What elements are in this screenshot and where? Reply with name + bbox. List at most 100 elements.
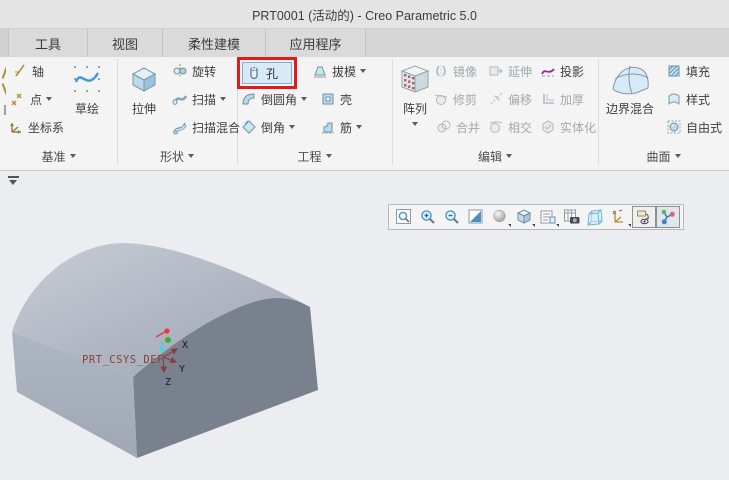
perspective-view-icon[interactable] <box>584 206 608 228</box>
rib-button[interactable]: 筋 <box>320 116 363 138</box>
style-icon <box>668 93 680 106</box>
datum-display-filters-icon[interactable] <box>608 206 632 228</box>
fill-button[interactable]: 填充 <box>666 60 710 82</box>
axis-z-label: Z <box>165 377 171 388</box>
style-button[interactable]: 样式 <box>666 88 710 110</box>
extrude-icon <box>131 67 157 92</box>
clipped-icons <box>0 65 6 135</box>
tab-flexible-modeling[interactable]: 柔性建模 <box>163 29 266 57</box>
tab-tools[interactable]: 工具 <box>9 29 88 57</box>
extrude-button[interactable]: 拉伸 <box>118 58 170 117</box>
mirror-button[interactable]: 镜像 <box>433 60 477 82</box>
fill-icon <box>668 65 680 77</box>
csys-button[interactable]: 坐标系 <box>8 116 64 138</box>
zoom-in-icon[interactable] <box>416 206 440 228</box>
tab-clipped[interactable] <box>0 29 9 57</box>
zoom-region-icon[interactable] <box>392 206 416 228</box>
project-button[interactable]: 投影 <box>540 60 584 82</box>
intersect-button[interactable]: 相交 <box>488 116 532 138</box>
chamfer-dropdown-caret[interactable] <box>289 125 296 129</box>
refit-icon[interactable] <box>464 206 488 228</box>
tab-applications[interactable]: 应用程序 <box>266 29 366 57</box>
swept-blend-button[interactable]: 扫描混合 <box>172 116 240 138</box>
csys-handle-z-dot[interactable] <box>159 346 165 352</box>
shell-icon <box>322 93 334 105</box>
pattern-dropdown-caret[interactable] <box>412 122 418 126</box>
trim-button[interactable]: 修剪 <box>433 88 477 110</box>
project-icon <box>541 68 555 77</box>
draft-dropdown-caret[interactable] <box>360 69 367 73</box>
group-label-shapes[interactable]: 形状 <box>117 147 237 165</box>
rib-icon <box>322 122 334 134</box>
mirror-icon <box>436 65 446 77</box>
axis-icon <box>15 64 25 77</box>
sweep-icon <box>172 95 188 105</box>
saved-views-icon[interactable] <box>536 206 560 228</box>
shell-button[interactable]: 壳 <box>320 88 352 110</box>
ribbon-tab-bar: 工具 视图 柔性建模 应用程序 <box>0 29 729 57</box>
zoom-out-icon[interactable] <box>440 206 464 228</box>
point-dropdown-caret[interactable] <box>46 97 53 101</box>
extend-button[interactable]: 延伸 <box>488 60 532 82</box>
group-label-surfaces[interactable]: 曲面 <box>598 147 729 165</box>
axis-x-label: X <box>182 340 188 351</box>
csys-handle-x-dot[interactable] <box>164 328 170 334</box>
extend-icon <box>489 66 503 76</box>
group-label-edit[interactable]: 编辑 <box>392 147 598 165</box>
draft-icon <box>314 66 326 78</box>
csys-handle-x[interactable] <box>155 331 166 338</box>
sweep-dropdown-caret[interactable] <box>220 97 227 101</box>
boundary-blend-icon <box>612 65 649 95</box>
rib-dropdown-caret[interactable] <box>356 125 363 129</box>
window-title: PRT0001 (活动的) - Creo Parametric 5.0 <box>252 8 477 23</box>
coordinate-system-icon <box>10 123 21 134</box>
graphics-toolbar <box>388 204 684 230</box>
axis-y-label: Y <box>179 364 185 375</box>
axis-button[interactable]: 轴 <box>12 60 44 82</box>
creo-window: PRT0001 (活动的) - Creo Parametric 5.0 工具 视… <box>0 0 729 480</box>
merge-icon <box>437 120 451 133</box>
sketch-icon <box>74 66 100 92</box>
swept-blend-icon <box>173 122 187 135</box>
chamfer-button[interactable]: 倒角 <box>241 116 296 138</box>
csys-axes <box>160 348 178 374</box>
merge-button[interactable]: 合并 <box>436 116 480 138</box>
title-bar: PRT0001 (活动的) - Creo Parametric 5.0 <box>0 0 729 29</box>
hole-highlight-box: 孔 <box>237 57 297 89</box>
display-style-icon[interactable] <box>512 206 536 228</box>
solidify-button[interactable]: 实体化 <box>540 116 596 138</box>
hole-button[interactable]: 孔 <box>242 62 292 84</box>
hole-icon <box>250 67 258 79</box>
csys-overlay[interactable]: PRT_CSYS_DEF X Y Z <box>70 315 220 405</box>
sweep-button[interactable]: 扫描 <box>172 88 227 110</box>
chamfer-icon <box>242 120 256 134</box>
pattern-button[interactable]: 阵列 <box>395 58 435 126</box>
offset-button[interactable]: 偏移 <box>488 88 532 110</box>
round-dropdown-caret[interactable] <box>301 97 308 101</box>
spin-center-icon[interactable] <box>656 206 680 228</box>
csys-handle-y-dot[interactable] <box>165 337 171 343</box>
intersect-icon <box>489 121 503 133</box>
freestyle-icon <box>667 120 681 134</box>
revolve-button[interactable]: 旋转 <box>172 60 216 82</box>
csys-label[interactable]: PRT_CSYS_DEF <box>82 354 164 366</box>
thicken-icon <box>543 94 554 104</box>
tab-view[interactable]: 视图 <box>88 29 163 57</box>
pattern-icon <box>400 65 430 93</box>
ribbon: 轴 点 坐标系 草绘 基准 拉伸 旋转 扫描 扫描混合 形状 孔 拔模 倒圆角 … <box>0 57 729 171</box>
group-label-datum[interactable]: 基准 <box>0 147 117 165</box>
annotation-display-icon[interactable] <box>632 206 656 228</box>
revolve-icon <box>173 64 187 78</box>
trim-icon <box>434 94 448 105</box>
draft-button[interactable]: 拔模 <box>312 60 367 82</box>
view-capture-icon[interactable] <box>560 206 584 228</box>
point-button[interactable]: 点 <box>10 88 53 110</box>
shading-style-icon[interactable] <box>488 206 512 228</box>
round-button[interactable]: 倒圆角 <box>241 88 308 110</box>
boundary-blend-button[interactable]: 边界混合 <box>600 58 660 117</box>
freestyle-button[interactable]: 自由式 <box>666 116 722 138</box>
sketch-button[interactable]: 草绘 <box>60 58 114 117</box>
group-label-engineering[interactable]: 工程 <box>237 147 392 165</box>
point-icon <box>11 93 22 106</box>
thicken-button[interactable]: 加厚 <box>540 88 584 110</box>
